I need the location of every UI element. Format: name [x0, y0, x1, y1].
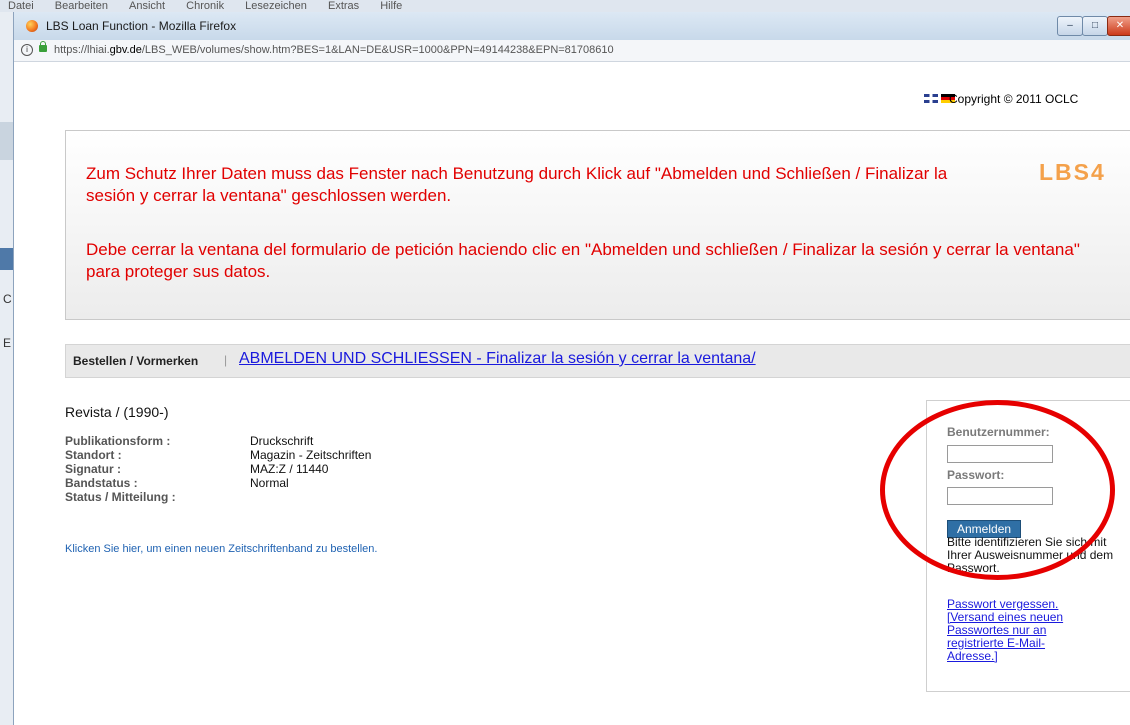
lock-icon[interactable] — [39, 41, 47, 52]
detail-row: Status / Mitteilung : — [65, 490, 371, 504]
detail-key: Bandstatus : — [65, 476, 138, 490]
background-window-edge: C E — [0, 12, 14, 725]
detail-key: Signatur : — [65, 462, 121, 476]
bg-menu-ansicht: Ansicht — [129, 0, 166, 12]
detail-value: MAZ:Z / 11440 — [250, 462, 329, 476]
bg-menu-hilfe: Hilfe — [380, 0, 403, 12]
page-content: Copyright © 2011 OCLC Zum Schutz Ihrer D… — [14, 62, 1130, 725]
detail-value: Druckschrift — [250, 434, 314, 448]
banner-text-german: Zum Schutz Ihrer Daten muss das Fenster … — [86, 164, 948, 205]
detail-row: Signatur : MAZ:Z / 11440 — [65, 462, 371, 476]
bg-menu-lesezeichen: Lesezeichen — [245, 0, 307, 12]
detail-row: Publikationsform : Druckschrift — [65, 434, 371, 448]
annotation-circle — [880, 400, 1115, 580]
record-title: Revista / (1990-) — [65, 404, 169, 420]
detail-row: Standort : Magazin - Zeitschriften — [65, 448, 371, 462]
forgot-password-link[interactable]: Passwort vergessen. [Versand eines neuen… — [947, 598, 1087, 663]
background-block-blue — [0, 248, 13, 270]
flag-english-icon[interactable] — [924, 94, 938, 103]
detail-key: Standort : — [65, 448, 122, 462]
bg-menu-chronik: Chronik — [186, 0, 225, 12]
window-title: LBS Loan Function - Mozilla Firefox — [46, 19, 237, 33]
order-new-volume-link[interactable]: Klicken Sie hier, um einen neuen Zeitsch… — [65, 543, 377, 555]
browser-window: LBS Loan Function - Mozilla Firefox – □ … — [13, 12, 1130, 725]
bg-menu-datei: Datei — [8, 0, 34, 12]
order-reserve-label: Bestellen / Vormerken — [73, 354, 199, 368]
banner-text-spanish: Debe cerrar la ventana del formulario de… — [86, 240, 1080, 281]
title-bar: LBS Loan Function - Mozilla Firefox – □ … — [14, 12, 1130, 40]
lbs4-logo: LBS4 — [1039, 159, 1106, 185]
action-bar: Bestellen / Vormerken | ABMELDEN UND SCH… — [65, 344, 1130, 378]
maximize-button[interactable]: □ — [1082, 16, 1108, 36]
detail-key: Status / Mitteilung : — [65, 490, 176, 504]
firefox-icon — [26, 20, 38, 32]
bg-menu-bearbeiten: Bearbeiten — [54, 0, 108, 12]
detail-value: Normal — [250, 476, 289, 490]
bg-letter: C — [3, 292, 12, 306]
logout-link[interactable]: ABMELDEN UND SCHLIESSEN - Finalizar la s… — [239, 350, 756, 368]
url-path: /LBS_WEB/volumes/show.htm?BES=1&LAN=DE&U… — [141, 44, 614, 56]
detail-value: Magazin - Zeitschriften — [250, 448, 372, 462]
url-domain: gbv.de — [109, 44, 142, 56]
record-details: Publikationsform : Druckschrift Standort… — [65, 434, 371, 504]
info-icon[interactable]: i — [21, 44, 33, 56]
background-block — [0, 122, 13, 160]
minimize-button[interactable]: – — [1057, 16, 1083, 36]
detail-key: Publikationsform : — [65, 434, 171, 448]
detail-row: Bandstatus : Normal — [65, 476, 371, 490]
background-menubar: Datei Bearbeiten Ansicht Chronik Lesezei… — [0, 0, 1130, 12]
close-button[interactable]: ✕ — [1107, 16, 1130, 36]
url-text[interactable]: https://lhiai.gbv.de/LBS_WEB/volumes/sho… — [54, 44, 614, 56]
url-prefix: https://lhiai. — [54, 44, 110, 56]
bg-menu-extras: Extras — [327, 0, 360, 12]
privacy-banner: Zum Schutz Ihrer Daten muss das Fenster … — [65, 130, 1130, 320]
copyright-text: Copyright © 2011 OCLC — [949, 92, 1079, 106]
bg-letter: E — [3, 336, 12, 350]
nav-separator: | — [224, 353, 228, 367]
address-bar[interactable]: i https://lhiai.gbv.de/LBS_WEB/volumes/s… — [14, 40, 1130, 62]
